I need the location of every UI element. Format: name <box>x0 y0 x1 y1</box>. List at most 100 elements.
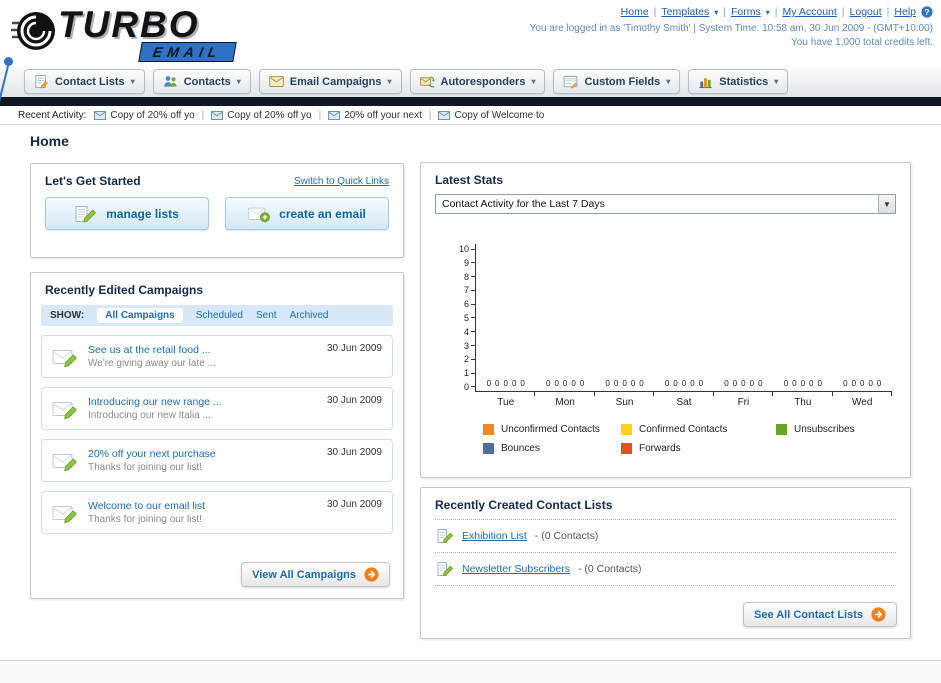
chart-day-group: 00000 <box>476 244 536 396</box>
y-axis-label: 10 <box>457 244 475 254</box>
legend-item: Confirmed Contacts <box>621 424 776 435</box>
email-campaigns-icon <box>268 74 284 89</box>
nav-divider-bar <box>0 97 941 106</box>
credits-info: You have 1,000 total credits left. <box>791 37 933 48</box>
contact-list-link[interactable]: Newsletter Subscribers <box>462 563 570 575</box>
tab-label: Email Campaigns <box>289 75 382 88</box>
campaign-subtitle: Thanks for joining our list! <box>88 513 202 525</box>
campaign-row: Welcome to our email list Thanks for join… <box>41 491 393 534</box>
tab-email-campaigns[interactable]: Email Campaigns ▾ <box>258 69 402 94</box>
filter-archived[interactable]: Archived <box>290 310 329 321</box>
contacts-icon <box>163 74 178 89</box>
contact-lists-icon <box>34 74 49 89</box>
top-link-templates[interactable]: Templates <box>661 6 709 18</box>
filter-all-campaigns[interactable]: All Campaigns <box>97 308 183 323</box>
campaign-envelope-icon <box>52 451 78 471</box>
campaign-link[interactable]: Introducing our new range ... <box>88 395 222 409</box>
filter-sent[interactable]: Sent <box>256 310 277 321</box>
tab-label: Contact Lists <box>55 75 125 88</box>
tab-contact-lists[interactable]: Contact Lists ▾ <box>24 69 145 94</box>
bar-value-labels: 00000 <box>773 379 832 388</box>
logo-dot-decoration <box>4 57 13 66</box>
x-axis-label: Mon <box>555 397 575 408</box>
chevron-down-icon: ▾ <box>531 77 536 86</box>
chart-legend: Unconfirmed Contacts Confirmed Contacts Un… <box>483 424 910 454</box>
campaign-subtitle: Thanks for joining our list! <box>88 461 202 473</box>
contact-lists-panel: Recently Created Contact Lists Exhibitio… <box>420 487 911 639</box>
get-started-panel: Let's Get Started Switch to Quick Links … <box>30 163 404 258</box>
tab-autoresponders[interactable]: Autoresponders ▾ <box>409 69 546 94</box>
x-axis-label: Tue <box>497 397 515 408</box>
chart-x-labels: Tue Mon Sun Sat Fri Thu Wed <box>476 397 892 408</box>
contact-list-link[interactable]: Exhibition List <box>462 530 527 542</box>
legend-swatch <box>483 424 494 435</box>
top-link-help[interactable]: Help <box>894 6 916 18</box>
tab-statistics[interactable]: Statistics ▾ <box>688 69 789 94</box>
bar-value-label: 0 <box>630 379 636 388</box>
bar-value-labels: 00000 <box>595 379 654 388</box>
recent-activity-item[interactable]: Copy of 20% off yo <box>211 110 312 121</box>
legend-swatch <box>621 443 632 454</box>
bar-value-label: 0 <box>809 379 814 388</box>
campaign-link[interactable]: 20% off your next purchase <box>88 447 216 461</box>
x-axis-label: Sat <box>676 397 692 408</box>
bar-value-label: 0 <box>664 379 670 388</box>
contact-list-item: Newsletter Subscribers - (0 Contacts) <box>435 553 896 586</box>
filter-scheduled[interactable]: Scheduled <box>196 310 243 321</box>
bar-value-label: 0 <box>571 379 576 388</box>
help-icon[interactable]: ? <box>921 6 933 18</box>
bar-value-label: 0 <box>495 379 500 388</box>
recent-activity-text: Copy of 20% off yo <box>110 109 195 121</box>
campaign-link[interactable]: See us at the retail food ... <box>88 343 216 357</box>
chevron-down-icon: ▾ <box>774 77 779 86</box>
bar-value-label: 0 <box>613 379 619 388</box>
view-all-campaigns-button[interactable]: View All Campaigns <box>241 562 390 587</box>
contact-list-item: Exhibition List - (0 Contacts) <box>435 520 896 553</box>
activity-envelope-icon <box>438 110 451 120</box>
legend-swatch <box>621 424 632 435</box>
campaign-text: Introducing our new range ... Introducing… <box>88 395 292 423</box>
contact-lists-title: Recently Created Contact Lists <box>435 498 613 512</box>
bar-value-label: 0 <box>749 379 755 388</box>
recent-activity-item[interactable]: 20% off your next <box>328 110 422 121</box>
top-link-logout[interactable]: Logout <box>850 6 882 18</box>
legend-label: Unsubscribes <box>794 424 855 435</box>
top-link-forms[interactable]: Forms <box>731 6 761 18</box>
bar-value-label: 0 <box>554 379 559 388</box>
see-all-contact-lists-button[interactable]: See All Contact Lists <box>742 602 897 627</box>
contact-list-detail: - (0 Contacts) <box>534 530 599 542</box>
tab-custom-fields[interactable]: Custom Fields ▾ <box>553 69 681 94</box>
campaign-subtitle: We're giving away our late ... <box>88 357 216 369</box>
y-axis-label: 0 <box>457 382 475 392</box>
tab-contacts[interactable]: Contacts ▾ <box>152 69 251 94</box>
stats-period-select[interactable]: Contact Activity for the Last 7 Days ▼ <box>435 194 896 214</box>
x-axis-label: Thu <box>794 397 812 408</box>
contact-list-pencil-icon <box>437 528 454 544</box>
recent-activity-items: Copy of 20% off yo | Copy of 20% off yo | 20… <box>94 110 544 121</box>
create-email-button[interactable]: create an email <box>225 197 389 230</box>
custom-fields-icon <box>563 74 578 89</box>
bar-value-label: 0 <box>579 379 585 388</box>
legend-item: Unconfirmed Contacts <box>483 424 621 435</box>
campaign-link[interactable]: Welcome to our email list <box>88 499 205 513</box>
top-link-my-account[interactable]: My Account <box>783 6 837 18</box>
top-link-home[interactable]: Home <box>621 6 649 18</box>
contact-list-pencil-icon <box>437 561 454 577</box>
bar-value-label: 0 <box>868 379 873 388</box>
campaigns-panel: Recently Edited Campaigns SHOW: All Camp… <box>30 272 404 599</box>
x-axis-label: Sun <box>615 397 634 408</box>
chart-day-group: 00000 <box>714 244 774 396</box>
chevron-down-icon: ▾ <box>387 77 392 86</box>
tab-label: Custom Fields <box>584 75 661 88</box>
manage-lists-button[interactable]: manage lists <box>45 197 209 230</box>
recent-activity-item[interactable]: Copy of Welcome to <box>438 110 544 121</box>
y-axis-label: 8 <box>457 272 475 282</box>
legend-label: Bounces <box>501 443 540 454</box>
bar-value-label: 0 <box>546 379 551 388</box>
create-email-label: create an email <box>279 206 366 221</box>
activity-envelope-icon <box>328 110 341 120</box>
switch-quick-links-link[interactable]: Switch to Quick Links <box>294 176 389 187</box>
campaign-date: 30 Jun 2009 <box>326 499 382 510</box>
campaign-filter-bar: SHOW: All Campaigns Scheduled Sent Archived <box>41 305 393 326</box>
recent-activity-item[interactable]: Copy of 20% off yo <box>94 109 195 121</box>
